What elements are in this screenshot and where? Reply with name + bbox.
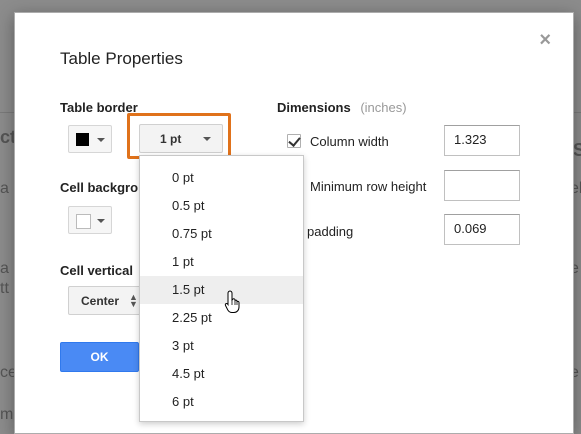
bg-cell-text: S — [573, 140, 581, 160]
menu-item-0pt[interactable]: 0 pt — [140, 164, 303, 192]
cell-vertical-label: Cell vertical — [60, 263, 133, 278]
cell-background-label: Cell backgro — [60, 180, 139, 195]
column-width-input[interactable]: 1.323 — [444, 125, 520, 156]
menu-item-0-75pt[interactable]: 0.75 pt — [140, 220, 303, 248]
chevron-down-icon — [97, 219, 105, 223]
column-width-label: Column width — [310, 134, 389, 149]
chevron-down-icon — [97, 138, 105, 142]
cell-padding-input[interactable]: 0.069 — [444, 214, 520, 245]
dimensions-label: Dimensions (inches) — [277, 100, 407, 115]
cell-background-color-button[interactable] — [68, 206, 112, 234]
bg-cell-text: a — [0, 260, 9, 277]
menu-item-3pt[interactable]: 3 pt — [140, 332, 303, 360]
border-color-swatch — [76, 133, 89, 146]
menu-item-1-5pt[interactable]: 1.5 pt — [140, 276, 303, 304]
dimensions-unit: (inches) — [360, 100, 407, 115]
vertical-alignment-value: Center — [81, 294, 120, 308]
menu-item-4-5pt[interactable]: 4.5 pt — [140, 360, 303, 388]
bg-cell-text: a — [0, 180, 9, 197]
menu-item-2-25pt[interactable]: 2.25 pt — [140, 304, 303, 332]
table-border-label: Table border — [60, 100, 138, 115]
menu-item-1pt[interactable]: 1 pt — [140, 248, 303, 276]
ok-button[interactable]: OK — [60, 342, 139, 372]
min-row-height-label: Minimum row height — [310, 179, 427, 194]
min-row-height-input[interactable] — [444, 170, 520, 201]
hand-cursor-icon — [224, 290, 240, 313]
dialog-title: Table Properties — [60, 49, 183, 68]
bg-cell-text: tt — [0, 280, 9, 297]
cell-background-swatch — [76, 214, 91, 229]
dimensions-title: Dimensions — [277, 100, 351, 115]
close-icon[interactable]: × — [539, 29, 551, 52]
cell-padding-label: padding — [307, 224, 354, 239]
menu-item-6pt[interactable]: 6 pt — [140, 388, 303, 416]
updown-arrows-icon: ▲ ▼ — [129, 292, 138, 309]
column-width-checkbox[interactable] — [287, 134, 301, 148]
border-width-highlight — [127, 113, 231, 159]
border-width-menu: 0 pt 0.5 pt 0.75 pt 1 pt 1.5 pt 2.25 pt … — [139, 155, 304, 422]
menu-item-0-5pt[interactable]: 0.5 pt — [140, 192, 303, 220]
border-color-button[interactable] — [68, 125, 112, 153]
